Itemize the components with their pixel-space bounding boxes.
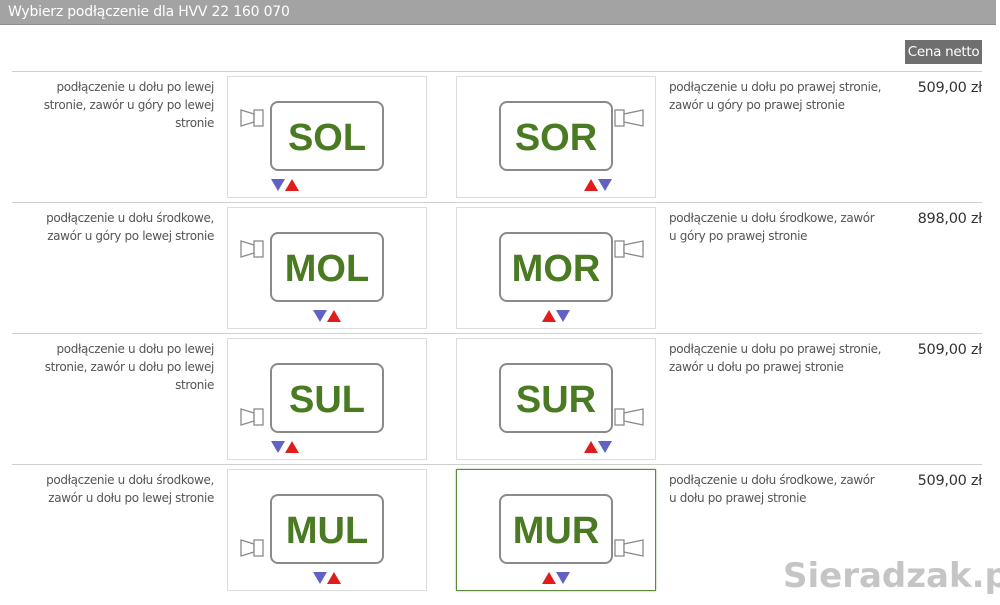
supply-arrow-down-icon bbox=[271, 441, 285, 453]
row-divider bbox=[12, 202, 982, 203]
radiator-diagram: MOL bbox=[240, 232, 384, 322]
supply-arrow-down-icon bbox=[598, 441, 612, 453]
connection-option-sol[interactable]: SOL bbox=[227, 76, 427, 198]
supply-arrow-down-icon bbox=[598, 179, 612, 191]
supply-arrow-down-icon bbox=[556, 572, 570, 584]
return-arrow-up-icon bbox=[285, 441, 299, 453]
valve-icon bbox=[240, 539, 264, 557]
row-divider bbox=[12, 71, 982, 72]
valve-icon bbox=[614, 109, 644, 127]
row-divider bbox=[12, 333, 982, 334]
supply-arrow-down-icon bbox=[313, 572, 327, 584]
connection-option-sur[interactable]: SUR bbox=[456, 338, 656, 460]
dialog-title: Wybierz podłączenie dla HVV 22 160 070 bbox=[8, 4, 290, 20]
connection-code: MOL bbox=[285, 248, 369, 290]
price-column-header: Cena netto bbox=[905, 40, 982, 64]
supply-arrow-down-icon bbox=[271, 179, 285, 191]
radiator-diagram: MUL bbox=[240, 494, 384, 584]
return-arrow-up-icon bbox=[542, 310, 556, 322]
radiator-diagram: SUR bbox=[499, 363, 644, 453]
connection-option-sor[interactable]: SOR bbox=[456, 76, 656, 198]
return-arrow-up-icon bbox=[327, 572, 341, 584]
return-arrow-up-icon bbox=[285, 179, 299, 191]
connection-option-mol[interactable]: MOL bbox=[227, 207, 427, 329]
price-value: 509,00 zł bbox=[917, 80, 983, 96]
radiator-diagram: MUR bbox=[499, 494, 644, 584]
valve-icon bbox=[614, 240, 644, 258]
description-left: podłączenie u dołu środkowe, zawór u doł… bbox=[46, 473, 214, 505]
connection-code: SOL bbox=[288, 117, 366, 159]
return-arrow-up-icon bbox=[542, 572, 556, 584]
valve-icon bbox=[240, 109, 264, 127]
dialog-title-bar: Wybierz podłączenie dla HVV 22 160 070 bbox=[0, 0, 996, 25]
valve-icon bbox=[240, 240, 264, 258]
price-value: 898,00 zł bbox=[917, 211, 983, 227]
radiator-diagram: SUL bbox=[240, 363, 384, 453]
valve-icon bbox=[614, 408, 644, 426]
radiator-diagram: MOR bbox=[499, 232, 644, 322]
watermark-logo: Sieradzak.pl bbox=[783, 556, 1000, 596]
connection-code: SOR bbox=[515, 117, 597, 159]
return-arrow-up-icon bbox=[584, 179, 598, 191]
radiator-diagram: SOR bbox=[499, 101, 644, 191]
valve-icon bbox=[240, 408, 264, 426]
radiator-diagram: SOL bbox=[240, 101, 384, 191]
valve-icon bbox=[614, 539, 644, 557]
connection-option-mul[interactable]: MUL bbox=[227, 469, 427, 591]
description-right: podłączenie u dołu po prawej stronie, za… bbox=[669, 80, 882, 112]
return-arrow-up-icon bbox=[327, 310, 341, 322]
return-arrow-up-icon bbox=[584, 441, 598, 453]
supply-arrow-down-icon bbox=[556, 310, 570, 322]
description-right: podłączenie u dołu po prawej stronie, za… bbox=[669, 342, 882, 374]
description-right: podłączenie u dołu środkowe, zawór u doł… bbox=[669, 473, 875, 505]
description-left: podłączenie u dołu środkowe, zawór u gór… bbox=[46, 211, 214, 243]
price-value: 509,00 zł bbox=[917, 473, 983, 489]
connection-code: MUL bbox=[286, 510, 368, 552]
description-right: podłączenie u dołu środkowe, zawór u gór… bbox=[669, 211, 875, 243]
connection-code: MUR bbox=[513, 510, 600, 552]
connection-option-mur[interactable]: MUR bbox=[456, 469, 656, 591]
description-left: podłączenie u dołu po lewej stronie, zaw… bbox=[44, 342, 215, 392]
row-divider bbox=[12, 464, 982, 465]
supply-arrow-down-icon bbox=[313, 310, 327, 322]
connection-code: SUR bbox=[516, 379, 596, 421]
description-left: podłączenie u dołu po lewej stronie, zaw… bbox=[43, 80, 215, 130]
connection-option-sul[interactable]: SUL bbox=[227, 338, 427, 460]
price-value: 509,00 zł bbox=[917, 342, 983, 358]
connection-code: SUL bbox=[289, 379, 365, 421]
connection-option-mor[interactable]: MOR bbox=[456, 207, 656, 329]
connection-code: MOR bbox=[512, 248, 601, 290]
